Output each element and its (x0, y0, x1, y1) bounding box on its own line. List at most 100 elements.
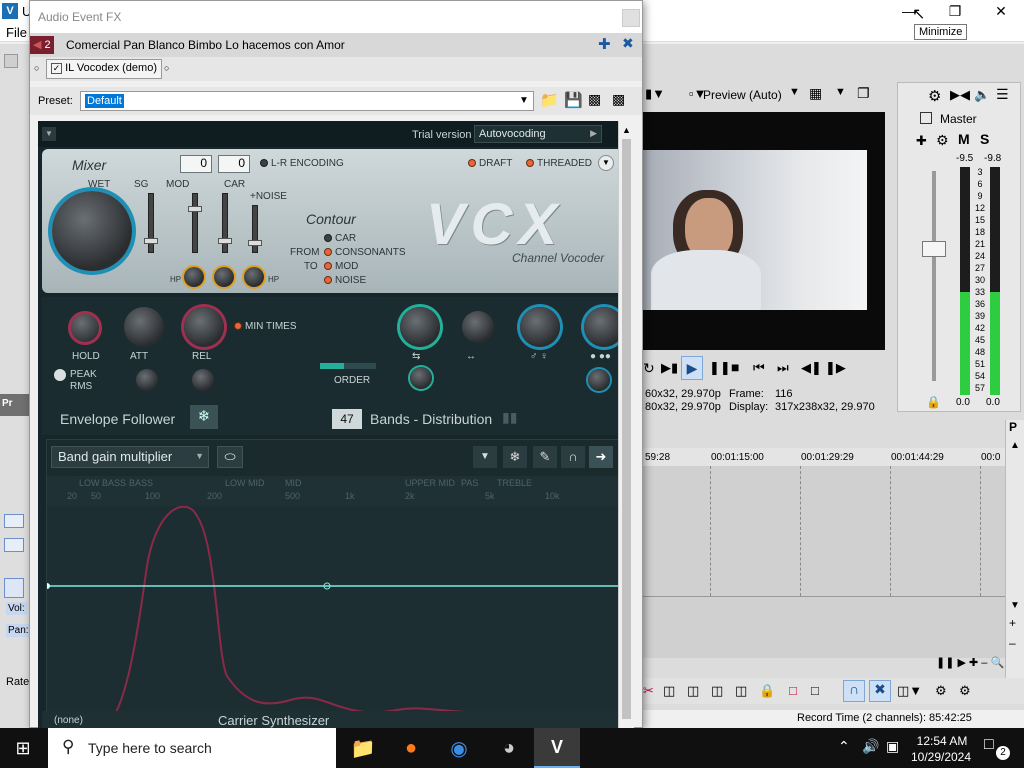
copy-snapshot-icon[interactable]: ❐ (857, 85, 870, 102)
plugin-menu-icon[interactable]: ▼ (42, 127, 56, 141)
filter-knob-3[interactable] (244, 267, 264, 287)
stop-icon[interactable]: ■ (731, 359, 739, 375)
open-folder-icon[interactable]: 📁 (540, 91, 559, 109)
clock-date[interactable]: 10/29/2024 (906, 750, 976, 764)
scroll-up-icon[interactable]: ▲ (622, 125, 631, 135)
formant-knob[interactable] (520, 307, 560, 347)
pencil-icon[interactable]: ✎ (533, 446, 557, 468)
plugin-tab[interactable]: ✓ IL Vocodex (demo) (46, 59, 162, 79)
speaker-icon[interactable]: 🔈 (974, 87, 990, 103)
band-gain-dropdown[interactable]: Band gain multiplier ▼ (51, 446, 209, 468)
bands-count[interactable]: 47 (332, 409, 362, 429)
preset-dropdown[interactable]: Default ▼ (80, 91, 534, 111)
output-knob[interactable] (588, 369, 610, 391)
notification-icon[interactable]: □ (984, 736, 994, 754)
firefox-icon[interactable]: ● (388, 728, 434, 768)
filter-knob-1[interactable] (184, 267, 204, 287)
preview-quality-dropdown[interactable]: Preview (Auto) (703, 88, 782, 102)
auto-crossfade-icon[interactable]: ✖ (869, 680, 891, 702)
marker-icon[interactable]: □ (789, 683, 797, 698)
options-icon[interactable]: ▼ (598, 155, 614, 171)
timeline-ruler[interactable]: 59:28 00:01:15:00 00:01:29:29 00:01:44:2… (643, 448, 1005, 466)
track-header-icon[interactable] (4, 538, 24, 552)
snap-icon[interactable]: ∩ (843, 680, 865, 702)
volume-icon[interactable]: 🔊 (862, 738, 879, 755)
close-button[interactable]: ✕ (978, 0, 1024, 22)
horizontal-zoom-controls[interactable]: ❚❚ ▶ ✚ – 🔍 (936, 656, 1006, 672)
contour-consonants-option[interactable]: CONSONANTS (324, 247, 406, 258)
trim-icon[interactable]: ◫ (663, 683, 675, 699)
track-header-icon[interactable] (4, 514, 24, 528)
preview-mode-icon[interactable]: ▮▼ (645, 86, 665, 102)
split-icon[interactable]: ◫ (687, 683, 699, 699)
next-frame-icon[interactable]: ⏭ (777, 360, 789, 376)
file-explorer-icon[interactable]: 📁 (340, 728, 386, 768)
filter-knob-2[interactable] (214, 267, 234, 287)
trim-end-icon[interactable]: ◫ (735, 683, 747, 699)
plug-in-chain-icon[interactable]: ✚ (598, 35, 611, 53)
spectrum-graph[interactable] (47, 506, 625, 728)
ignore-grouping-icon[interactable]: ⚙ (959, 683, 971, 699)
solo-button[interactable]: S (980, 131, 989, 147)
grid-icon[interactable]: ▦ (809, 85, 822, 102)
car-fader[interactable] (218, 193, 232, 253)
clock-time[interactable]: 12:54 AM (912, 734, 972, 748)
lock-envelopes-icon[interactable]: ⚙ (935, 683, 947, 699)
scroll-down-icon[interactable]: ▼ (1010, 600, 1020, 611)
mixer-icon[interactable]: ☰ (996, 86, 1009, 103)
automation-icon[interactable]: ✚ (916, 133, 927, 149)
play-from-start-icon[interactable]: ▶▮ (661, 360, 678, 376)
mod-fader[interactable] (188, 193, 202, 253)
prev-frame-icon[interactable]: ⏮ (753, 360, 765, 376)
snowflake-icon[interactable]: ❄ (503, 446, 527, 468)
restore-button[interactable]: ❐ (932, 0, 978, 22)
lock-icon[interactable]: 🔒 (759, 683, 775, 699)
p-icon[interactable]: P (1009, 420, 1017, 434)
vegas-app-icon[interactable]: V (534, 728, 580, 768)
order-knob[interactable] (410, 367, 432, 389)
min-times-toggle[interactable]: MIN TIMES (234, 321, 296, 332)
contour-noise-option[interactable]: NOISE (324, 275, 366, 286)
fx-gear-icon[interactable]: ⚙ (936, 132, 949, 149)
mode-dropdown[interactable]: Autovocoding ▶ (474, 125, 602, 143)
cut-icon[interactable]: ✂ (643, 683, 654, 699)
rel-knob[interactable] (184, 307, 224, 347)
zoom-out-icon[interactable]: – (1009, 636, 1016, 650)
vertical-scrollbar[interactable]: P ▲ ▼ + – (1005, 420, 1024, 678)
gear-icon[interactable]: ⚙ (928, 87, 941, 105)
vegas-alt-icon[interactable]: ◕ (486, 728, 532, 768)
att-knob[interactable] (124, 307, 164, 347)
chain-index-badge[interactable]: ◀ 2 (30, 36, 54, 54)
curve-knob-1[interactable] (136, 369, 158, 391)
volume-fader-handle[interactable] (922, 241, 946, 257)
hold-knob[interactable] (68, 311, 102, 345)
zoom-in-icon[interactable]: + (1009, 616, 1016, 630)
mute-button[interactable]: M (958, 131, 970, 147)
chevron-down-icon[interactable]: ▼ (835, 86, 846, 98)
order-slider[interactable] (320, 363, 376, 369)
save-preset-icon[interactable]: 💾 (564, 91, 583, 109)
threaded-toggle[interactable]: THREADED (526, 158, 592, 169)
sg-fader[interactable] (144, 193, 158, 253)
curve-knob-2[interactable] (192, 369, 214, 391)
plugin-enable-checkbox[interactable]: ✓ (51, 62, 62, 74)
timeline-area[interactable] (643, 448, 1005, 658)
numeric-field-1[interactable]: 0 (180, 155, 212, 173)
menu-file[interactable]: File (6, 25, 27, 40)
fx-close-button[interactable] (622, 9, 640, 27)
scroll-thumb[interactable] (622, 139, 631, 719)
freeze-icon[interactable]: ❄ (190, 405, 218, 429)
plugin-scrollbar[interactable]: ▲ (618, 121, 634, 729)
audio-track-icon[interactable] (4, 578, 24, 598)
chevron-up-icon[interactable]: ⌃ (838, 738, 850, 755)
lock-icon[interactable]: 🔒 (926, 395, 941, 409)
trim-start-icon[interactable]: ◫ (711, 683, 723, 699)
scroll-up-icon[interactable]: ▲ (1010, 440, 1020, 451)
taskbar-search-box[interactable]: ⚲ Type here to search (48, 728, 336, 768)
remove-plug-in-icon[interactable]: ✖ (622, 35, 634, 52)
draft-toggle[interactable]: DRAFT (468, 158, 512, 169)
arrow-icon[interactable]: ➜ (589, 446, 613, 468)
contour-car-option[interactable]: CAR (324, 233, 356, 244)
contour-mod-option[interactable]: MOD (324, 261, 358, 272)
step-back-icon[interactable]: ◀❚ (801, 360, 822, 376)
